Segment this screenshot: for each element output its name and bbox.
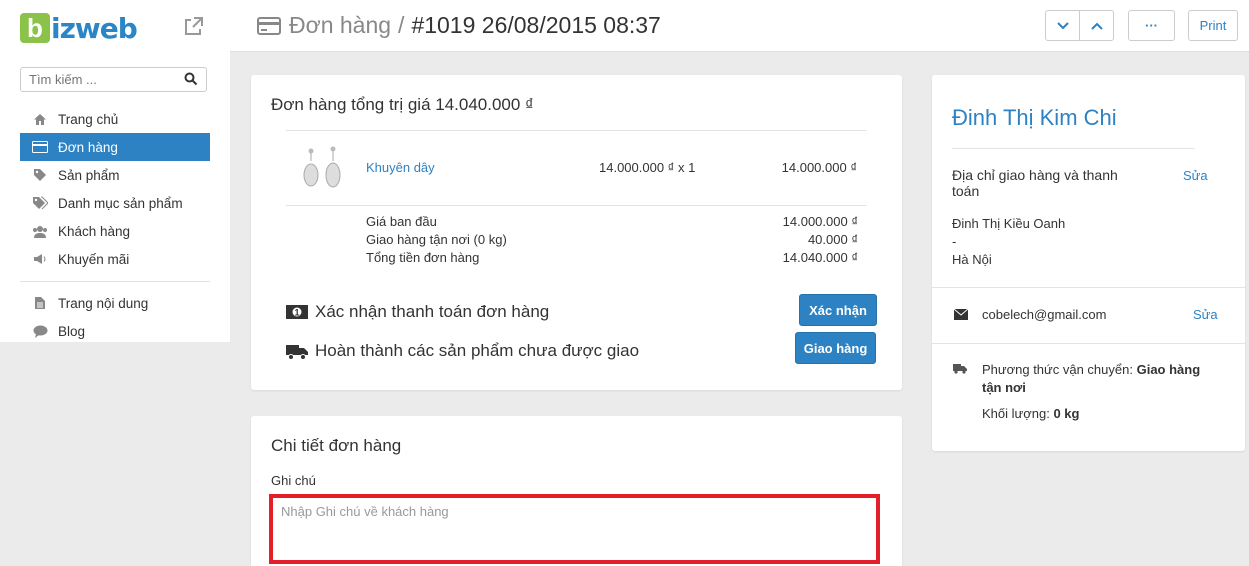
product-price-qty: 14.000.000 ₫ x 1 bbox=[599, 160, 696, 175]
breadcrumb-separator: / bbox=[398, 12, 405, 38]
address-line: - bbox=[952, 234, 957, 249]
divider bbox=[932, 343, 1245, 344]
nav-label: Danh mục sản phẩm bbox=[58, 195, 183, 211]
product-thumbnail[interactable] bbox=[299, 145, 345, 195]
payment-confirm-row: 1 Xác nhận thanh toán đơn hàng bbox=[285, 302, 549, 322]
nav-label: Đơn hàng bbox=[58, 139, 118, 155]
nav-label: Trang nội dung bbox=[58, 295, 149, 311]
bizweb-logo[interactable]: b izweb bbox=[20, 10, 138, 46]
svg-text:1: 1 bbox=[294, 308, 299, 318]
chevron-down-icon bbox=[1056, 21, 1069, 29]
address-city: Hà Nội bbox=[952, 252, 992, 267]
truck-icon bbox=[286, 345, 308, 360]
content-nav: Trang nội dung Blog bbox=[20, 289, 210, 345]
tag-icon bbox=[32, 167, 48, 183]
nav-label: Blog bbox=[58, 323, 86, 339]
nav-label: Sản phẩm bbox=[58, 167, 120, 183]
edit-address-link[interactable]: Sửa bbox=[1183, 168, 1208, 183]
credit-card-icon bbox=[32, 139, 48, 155]
nav-divider bbox=[20, 281, 210, 282]
summary-label: Tổng tiền đơn hàng bbox=[366, 250, 480, 265]
nav-item-customers[interactable]: Khách hàng bbox=[20, 217, 210, 245]
shipping-label: Phương thức vận chuyển: bbox=[982, 362, 1133, 377]
divider bbox=[286, 130, 867, 131]
address-name: Đinh Thị Kiều Oanh bbox=[952, 216, 1066, 231]
nav-item-products[interactable]: Sản phẩm bbox=[20, 161, 210, 189]
top-header: Đơn hàng / #1019 26/08/2015 08:37 ··· Pr… bbox=[230, 0, 1249, 52]
divider bbox=[952, 148, 1195, 149]
nav-item-promotions[interactable]: Khuyến mãi bbox=[20, 245, 210, 273]
address-heading: Địa chỉ giao hàng và thanh toán bbox=[952, 167, 1118, 199]
shipping-method: Phương thức vận chuyển: Giao hàng tận nơ… bbox=[982, 361, 1222, 397]
nav-item-pages[interactable]: Trang nội dung bbox=[20, 289, 210, 317]
product-line-total: 14.000.000 ₫ bbox=[781, 160, 857, 175]
customer-card: Đinh Thị Kim Chi Địa chỉ giao hàng và th… bbox=[932, 75, 1245, 451]
divider bbox=[932, 287, 1245, 288]
prev-order-button[interactable] bbox=[1079, 11, 1113, 40]
nav-item-blog[interactable]: Blog bbox=[20, 317, 210, 345]
nav-label: Trang chủ bbox=[58, 111, 119, 127]
nav-item-categories[interactable]: Danh mục sản phẩm bbox=[20, 189, 210, 217]
ship-button[interactable]: Giao hàng bbox=[795, 332, 876, 364]
nav-label: Khuyến mãi bbox=[58, 251, 130, 267]
sidebar: b izweb Trang chủ Đơn hàng Sản phẩm Danh… bbox=[0, 0, 230, 342]
confirm-payment-button[interactable]: Xác nhận bbox=[799, 294, 877, 326]
order-details-heading: Chi tiết đơn hàng bbox=[271, 436, 402, 455]
weight: Khối lượng: 0 kg bbox=[982, 406, 1079, 421]
search-input[interactable] bbox=[21, 68, 171, 91]
fulfill-text: Hoàn thành các sản phẩm chưa được giao bbox=[315, 341, 640, 360]
summary-row-subtotal: Giá ban đầu 14.000.000 ₫ bbox=[366, 214, 858, 229]
more-button[interactable]: ··· bbox=[1128, 10, 1175, 41]
summary-label: Giao hàng tận nơi (0 kg) bbox=[366, 232, 507, 247]
note-input[interactable] bbox=[269, 494, 880, 564]
summary-value: 14.000.000 ₫ bbox=[782, 214, 858, 229]
logo-text: izweb bbox=[51, 11, 138, 45]
summary-row-shipping: Giao hàng tận nơi (0 kg) 40.000 ₫ bbox=[366, 232, 858, 247]
next-order-button[interactable] bbox=[1046, 11, 1079, 40]
megaphone-icon bbox=[32, 251, 48, 267]
chevron-up-icon bbox=[1090, 22, 1103, 30]
order-total-heading: Đơn hàng tổng trị giá 14.040.000 ₫ bbox=[271, 95, 534, 114]
home-icon bbox=[32, 111, 48, 127]
edit-email-link[interactable]: Sửa bbox=[1193, 307, 1218, 322]
breadcrumb-orders[interactable]: Đơn hàng bbox=[289, 12, 391, 39]
summary-row-total: Tổng tiền đơn hàng 14.040.000 ₫ bbox=[366, 250, 858, 265]
file-icon bbox=[32, 295, 48, 311]
nav-item-orders[interactable]: Đơn hàng bbox=[20, 133, 210, 161]
order-summary-card: Đơn hàng tổng trị giá 14.040.000 ₫ Khuyê… bbox=[251, 75, 902, 390]
envelope-icon bbox=[954, 309, 968, 320]
search-icon[interactable] bbox=[184, 72, 198, 86]
nav-label: Khách hàng bbox=[58, 223, 131, 239]
fulfill-row: Hoàn thành các sản phẩm chưa được giao bbox=[285, 341, 639, 361]
credit-card-icon bbox=[257, 16, 281, 35]
logo-mark: b bbox=[20, 13, 50, 43]
money-icon: 1 bbox=[286, 305, 308, 319]
summary-label: Giá ban đầu bbox=[366, 214, 437, 229]
users-icon bbox=[32, 223, 48, 239]
weight-value: 0 kg bbox=[1053, 406, 1080, 421]
divider bbox=[286, 205, 867, 206]
payment-confirm-text: Xác nhận thanh toán đơn hàng bbox=[315, 302, 550, 321]
note-label: Ghi chú bbox=[271, 473, 316, 488]
comment-icon bbox=[32, 323, 48, 339]
page-title: Đơn hàng / #1019 26/08/2015 08:37 bbox=[257, 12, 661, 39]
nav-item-home[interactable]: Trang chủ bbox=[20, 105, 210, 133]
truck-icon bbox=[953, 364, 967, 374]
order-nav-buttons bbox=[1045, 10, 1114, 41]
tags-icon bbox=[32, 195, 48, 211]
customer-name-link[interactable]: Đinh Thị Kim Chi bbox=[952, 105, 1117, 131]
search-box bbox=[20, 67, 207, 92]
summary-value: 14.040.000 ₫ bbox=[782, 250, 858, 265]
weight-label: Khối lượng: bbox=[982, 406, 1050, 421]
order-title: #1019 26/08/2015 08:37 bbox=[411, 12, 661, 38]
order-details-card: Chi tiết đơn hàng Ghi chú bbox=[251, 416, 902, 566]
summary-value: 40.000 ₫ bbox=[807, 232, 858, 247]
main-nav: Trang chủ Đơn hàng Sản phẩm Danh mục sản… bbox=[20, 105, 210, 273]
external-link-icon[interactable] bbox=[182, 16, 204, 38]
customer-email: cobelech@gmail.com bbox=[982, 307, 1107, 322]
print-button[interactable]: Print bbox=[1188, 10, 1238, 41]
product-name-link[interactable]: Khuyên dây bbox=[366, 160, 435, 175]
